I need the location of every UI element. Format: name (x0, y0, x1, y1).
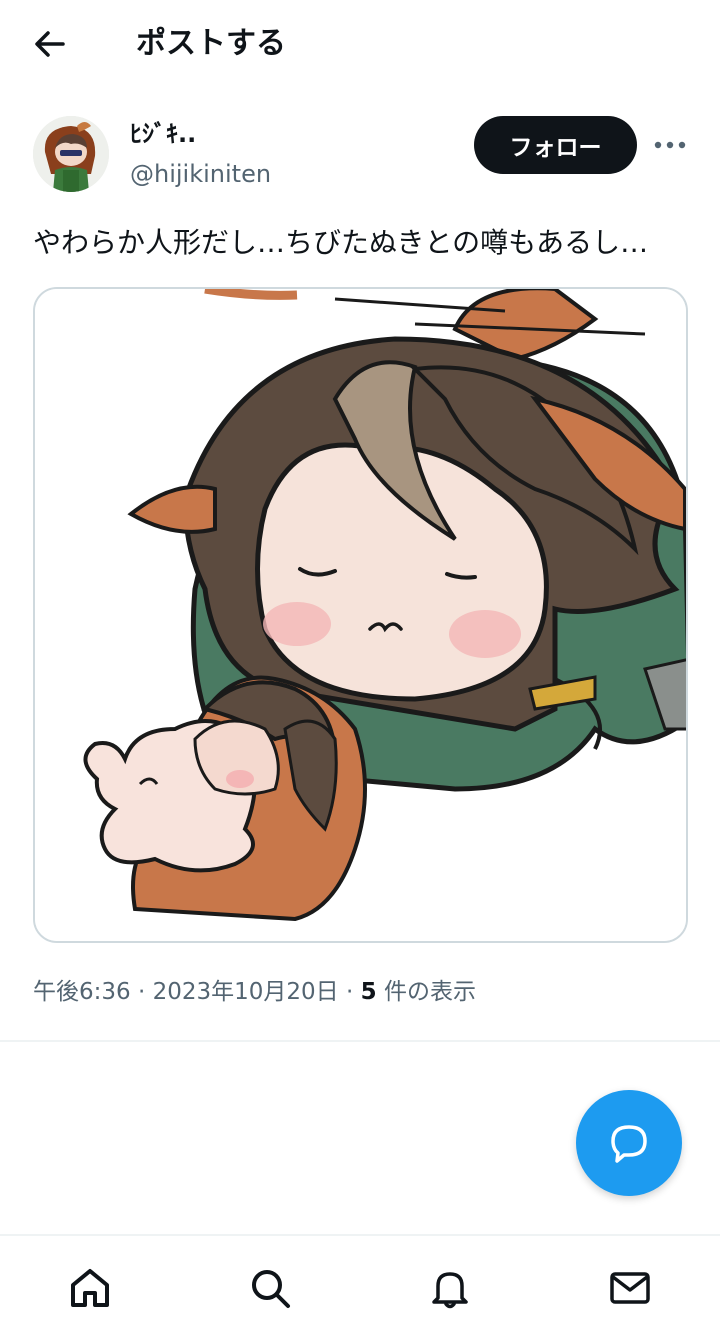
top-bar: ポストする (0, 0, 720, 88)
more-button[interactable] (650, 130, 690, 160)
follow-button[interactable]: フォロー (474, 116, 637, 174)
post-image[interactable] (33, 287, 688, 943)
post-date: 2023年10月20日 (152, 979, 339, 1005)
bell-icon (432, 1272, 468, 1309)
back-button[interactable] (30, 24, 70, 64)
reply-icon (611, 1125, 647, 1163)
page-title: ポストする (136, 26, 286, 61)
mail-icon (610, 1272, 650, 1304)
more-horizontal-icon (654, 141, 686, 149)
author-handle[interactable]: @hijikiniten (130, 158, 271, 190)
search-icon (252, 1270, 290, 1308)
home-icon (71, 1269, 109, 1307)
views-count[interactable]: 5 (361, 979, 377, 1005)
bottom-nav (0, 1234, 720, 1330)
views-label[interactable]: 件の表示 (384, 979, 476, 1005)
avatar[interactable] (33, 116, 109, 192)
reply-fab[interactable] (576, 1090, 682, 1196)
nav-search[interactable] (246, 1264, 294, 1312)
separator-dot: · (345, 979, 361, 1005)
arrow-left-icon (35, 31, 65, 57)
nav-messages[interactable] (606, 1264, 654, 1312)
divider (0, 1040, 720, 1042)
post-meta: 午後6:36 · 2023年10月20日 · 5 件の表示 (33, 975, 476, 1009)
author-display-name[interactable]: ﾋｼﾞｷ.. (130, 118, 196, 150)
nav-home[interactable] (66, 1264, 114, 1312)
post-text: やわらか人形だし…ちびたぬきとの噂もあるし… (33, 226, 649, 259)
post-time: 午後6:36 (33, 979, 131, 1005)
nav-notifications[interactable] (426, 1264, 474, 1312)
separator-dot: · (137, 979, 153, 1005)
